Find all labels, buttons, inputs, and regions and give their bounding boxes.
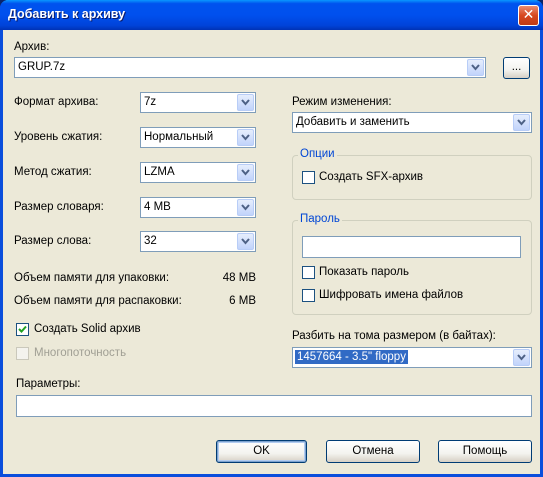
chevron-down-icon[interactable] <box>513 114 530 131</box>
show-password-label[interactable]: Показать пароль <box>319 266 409 278</box>
chevron-down-icon[interactable] <box>237 233 254 250</box>
update-mode-value: Добавить и заменить <box>296 116 410 128</box>
memory-unpack-label: Объем памяти для распаковки: <box>14 295 182 307</box>
word-value: 32 <box>144 235 157 247</box>
level-label: Уровень сжатия: <box>14 131 103 143</box>
title-bar[interactable]: Добавить к архиву ✕ <box>0 0 543 30</box>
cancel-button[interactable]: Отмена <box>326 440 420 463</box>
solid-archive-checkbox[interactable] <box>16 323 29 336</box>
encrypt-names-label[interactable]: Шифровать имена файлов <box>319 289 463 301</box>
password-group-title: Пароль <box>298 213 342 225</box>
format-combo[interactable]: 7z <box>140 92 256 113</box>
method-label: Метод сжатия: <box>14 166 92 178</box>
chevron-down-icon[interactable] <box>237 164 254 181</box>
sfx-checkbox[interactable] <box>302 171 315 184</box>
word-size-combo[interactable]: 32 <box>140 231 256 252</box>
word-label: Размер слова: <box>14 235 92 247</box>
level-value: Нормальный <box>144 131 214 143</box>
archive-label: Архив: <box>14 41 50 53</box>
close-button[interactable]: ✕ <box>518 5 539 26</box>
close-icon: ✕ <box>522 7 535 23</box>
multithread-checkbox[interactable] <box>16 347 29 360</box>
update-mode-combo[interactable]: Добавить и заменить <box>292 112 532 133</box>
password-input[interactable] <box>302 236 521 258</box>
volume-label: Разбить на тома размером (в байтах): <box>292 330 496 342</box>
chevron-down-icon[interactable] <box>467 59 484 76</box>
options-group-title: Опции <box>298 148 337 160</box>
check-icon <box>18 325 27 333</box>
compression-method-combo[interactable]: LZMA <box>140 162 256 183</box>
ok-button[interactable]: OK <box>216 440 307 463</box>
show-password-checkbox[interactable] <box>302 266 315 279</box>
archive-path-combo[interactable]: GRUP.7z <box>14 57 486 78</box>
params-label: Параметры: <box>16 378 81 390</box>
memory-pack-value: 48 MB <box>222 272 256 284</box>
chevron-down-icon[interactable] <box>237 199 254 216</box>
multithread-label: Многопоточность <box>34 347 127 359</box>
chevron-down-icon[interactable] <box>237 129 254 146</box>
method-value: LZMA <box>144 166 175 178</box>
browse-button[interactable]: ... <box>503 57 530 79</box>
volume-size-value: 1457664 - 3.5" floppy <box>295 350 408 364</box>
dict-label: Размер словаря: <box>14 201 104 213</box>
compression-level-combo[interactable]: Нормальный <box>140 127 256 148</box>
format-label: Формат архива: <box>14 96 99 108</box>
window-title: Добавить к архиву <box>8 7 126 21</box>
memory-pack-label: Объем памяти для упаковки: <box>14 272 170 284</box>
add-to-archive-dialog: Добавить к архиву ✕ Архив: GRUP.7z ... Ф… <box>0 0 543 477</box>
archive-path-value: GRUP.7z <box>18 61 66 73</box>
format-value: 7z <box>144 96 157 108</box>
dict-value: 4 MB <box>144 201 171 213</box>
chevron-down-icon[interactable] <box>237 94 254 111</box>
memory-unpack-value: 6 MB <box>229 295 256 307</box>
solid-archive-label[interactable]: Создать Solid архив <box>34 323 141 335</box>
update-mode-label: Режим изменения: <box>292 96 392 108</box>
chevron-down-icon[interactable] <box>513 349 530 366</box>
params-input[interactable] <box>16 395 532 417</box>
volume-size-combo[interactable]: 1457664 - 3.5" floppy <box>292 347 532 368</box>
sfx-label[interactable]: Создать SFX-архив <box>319 171 423 183</box>
encrypt-names-checkbox[interactable] <box>302 289 315 302</box>
help-button[interactable]: Помощь <box>438 440 532 463</box>
dictionary-size-combo[interactable]: 4 MB <box>140 197 256 218</box>
